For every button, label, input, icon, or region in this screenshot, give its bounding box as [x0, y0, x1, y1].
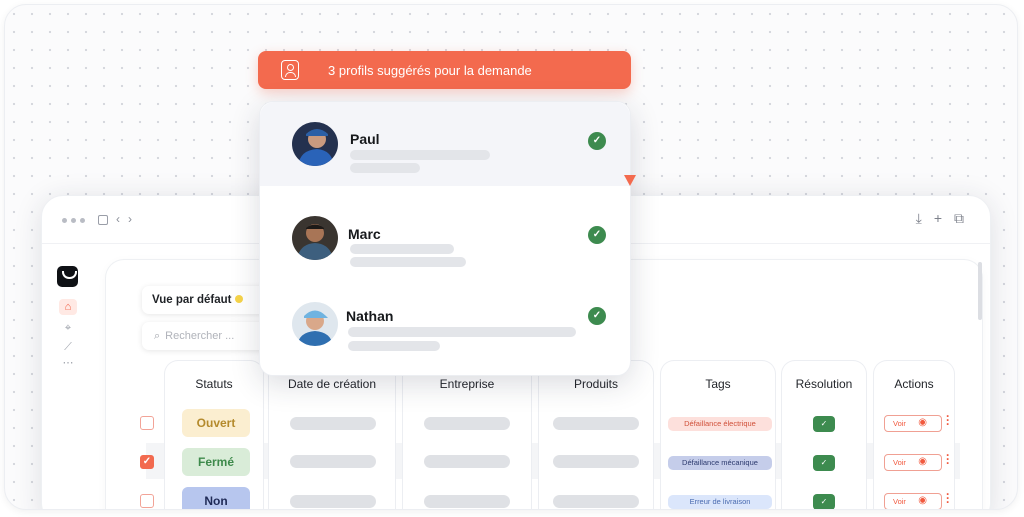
home-icon[interactable]: ⌂	[59, 299, 77, 315]
profile-detail-placeholder	[348, 327, 576, 337]
column-header[interactable]: Résolution	[782, 377, 866, 391]
tag-icon[interactable]: ⌖	[59, 320, 77, 336]
row-checkbox[interactable]	[140, 416, 154, 430]
download-icon[interactable]: ⤓	[916, 210, 922, 226]
column-header[interactable]: Actions	[874, 377, 954, 391]
column-header[interactable]: Produits	[539, 377, 653, 391]
avatar	[292, 122, 338, 166]
view-button[interactable]: Voir ◉	[884, 415, 942, 432]
product-placeholder	[553, 417, 639, 430]
verified-badge-icon: ✓	[588, 132, 606, 150]
more-icon[interactable]: ⋯	[59, 355, 77, 371]
product-placeholder	[553, 455, 639, 468]
status-badge-ouvert: Ouvert	[182, 409, 250, 437]
profile-detail-placeholder	[350, 257, 466, 267]
status-badge-ferme: Fermé	[182, 448, 250, 476]
eye-icon: ◉	[918, 456, 927, 467]
resolution-check-icon[interactable]: ✓	[813, 494, 835, 509]
window-controls[interactable]	[62, 218, 85, 223]
view-button-label: Voir	[893, 419, 906, 428]
date-placeholder	[290, 455, 376, 468]
contact-card-icon	[281, 60, 299, 80]
row-checkbox[interactable]	[140, 494, 154, 508]
company-placeholder	[424, 495, 510, 508]
chart-icon[interactable]: ⟋	[59, 339, 77, 355]
column-entreprise: Entreprise	[402, 360, 532, 509]
scrollbar[interactable]	[978, 262, 982, 320]
product-placeholder	[553, 495, 639, 508]
sidebar-toggle-icon[interactable]	[98, 215, 108, 225]
eye-icon: ◉	[918, 495, 927, 506]
profile-detail-placeholder	[350, 163, 420, 173]
tag-badge: Erreur de livraison	[668, 495, 772, 509]
verified-badge-icon: ✓	[588, 226, 606, 244]
eye-icon: ◉	[918, 417, 927, 428]
dotted-background: ‹ › ⤓ + ⧉ ⌂ ⌖ ⟋ ⋯ Vue par défaut ⌕ Recher…	[4, 4, 1018, 510]
profile-detail-placeholder	[350, 244, 454, 254]
view-button-label: Voir	[893, 497, 906, 506]
column-header[interactable]: Statuts	[165, 377, 263, 391]
app-logo[interactable]	[57, 266, 78, 287]
search-placeholder: Rechercher ...	[165, 330, 235, 342]
more-actions-icon[interactable]: · · ·	[946, 449, 950, 469]
profile-detail-placeholder	[350, 150, 490, 160]
profile-name: Paul	[350, 131, 380, 147]
profile-suggestions-card: Paul ✓ Marc ✓ Nathan ✓	[259, 101, 631, 376]
profile-item[interactable]: Marc ✓	[260, 198, 630, 282]
forward-icon[interactable]: ›	[128, 211, 132, 227]
avatar	[292, 216, 338, 260]
column-resolution: Résolution	[781, 360, 867, 509]
sidebar: ⌂ ⌖ ⟋ ⋯	[42, 244, 104, 509]
more-actions-icon[interactable]: · · ·	[946, 488, 950, 508]
view-button[interactable]: Voir ◉	[884, 493, 942, 509]
pointer-cursor-icon	[624, 175, 636, 186]
suggestion-banner[interactable]: 3 profils suggérés pour la demande	[258, 51, 631, 89]
profile-detail-placeholder	[348, 341, 440, 351]
plus-icon[interactable]: +	[934, 210, 942, 226]
column-header[interactable]: Date de création	[269, 377, 395, 391]
date-placeholder	[290, 495, 376, 508]
verified-badge-icon: ✓	[588, 307, 606, 325]
view-button[interactable]: Voir ◉	[884, 454, 942, 471]
status-badge-non-assigne: Non assigné	[182, 487, 250, 509]
tag-badge: Défaillance mécanique	[668, 456, 772, 470]
column-header[interactable]: Tags	[661, 377, 775, 391]
view-button-label: Voir	[893, 458, 906, 467]
date-placeholder	[290, 417, 376, 430]
tag-badge: Défaillance électrique	[668, 417, 772, 431]
profile-name: Marc	[348, 226, 381, 242]
view-indicator-dot	[235, 295, 244, 303]
company-placeholder	[424, 455, 510, 468]
view-label: Vue par défaut	[152, 294, 232, 306]
resolution-check-icon[interactable]: ✓	[813, 416, 835, 432]
banner-text: 3 profils suggérés pour la demande	[328, 63, 532, 78]
more-actions-icon[interactable]: · · ·	[946, 410, 950, 430]
profile-item[interactable]: Nathan ✓	[260, 286, 630, 370]
profile-name: Nathan	[346, 308, 394, 324]
column-actions: Actions	[873, 360, 955, 509]
copy-icon[interactable]: ⧉	[954, 210, 964, 226]
column-date: Date de création	[268, 360, 396, 509]
back-icon[interactable]: ‹	[116, 211, 120, 227]
search-icon: ⌕	[154, 330, 161, 342]
column-produits: Produits	[538, 360, 654, 509]
resolution-check-icon[interactable]: ✓	[813, 455, 835, 471]
profile-item[interactable]: Paul ✓	[260, 102, 630, 186]
column-tags: Tags	[660, 360, 776, 509]
company-placeholder	[424, 417, 510, 430]
avatar	[292, 302, 338, 346]
column-header[interactable]: Entreprise	[403, 377, 531, 391]
row-checkbox[interactable]: ✓	[140, 455, 154, 469]
